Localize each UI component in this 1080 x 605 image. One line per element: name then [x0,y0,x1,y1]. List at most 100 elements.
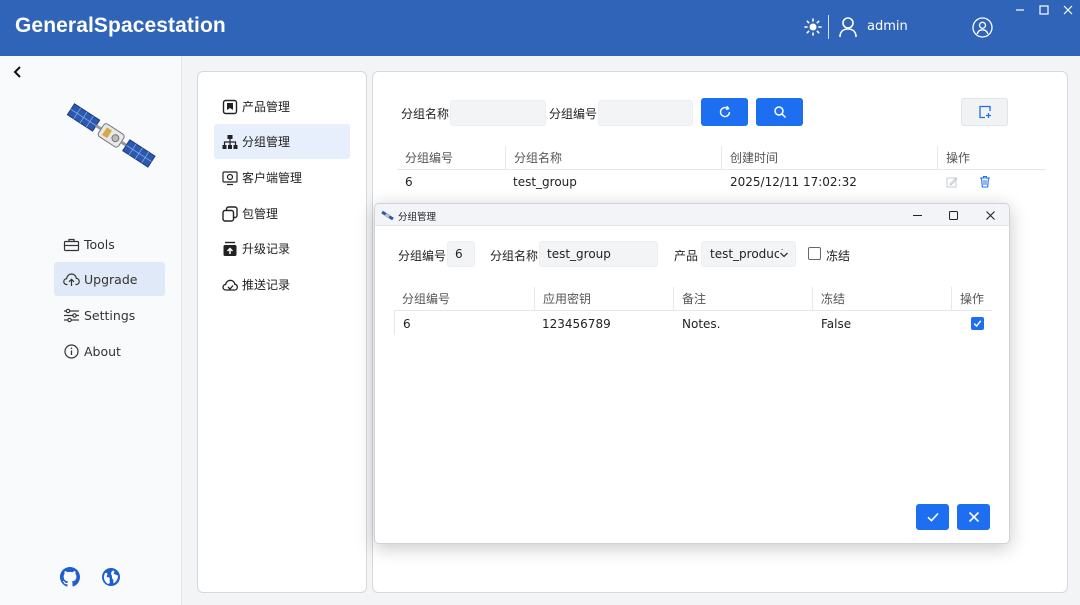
package-icon [222,205,238,222]
submenu-item-label: 推送记录 [242,278,291,292]
freeze-checkbox[interactable] [808,247,821,260]
cell-name: test_group [513,175,577,189]
dialog-group-id-input[interactable] [447,241,475,267]
close-icon[interactable] [1061,3,1075,17]
chevron-left-icon[interactable] [11,65,25,79]
sidebar-item-settings[interactable]: Settings [54,298,165,332]
freeze-label: 冻结 [826,249,851,263]
group-tree-icon [222,134,238,149]
maximize-icon[interactable] [948,210,959,221]
username[interactable]: admin [867,19,908,34]
col-header: 分组名称 [505,146,721,170]
group-name-input[interactable] [450,100,546,126]
dialog-table-header: 分组编号 应用密钥 备注 冻结 操作 [394,287,992,311]
push-cloud-icon [222,279,238,291]
user-icon [839,17,857,38]
search-icon [773,106,786,119]
submenu-item-client[interactable]: 客户端管理 [214,160,350,195]
delete-icon[interactable] [979,175,991,188]
col-header: 操作 [937,146,1045,170]
sidebar-item-label: Upgrade [84,271,138,287]
refresh-icon [719,105,730,118]
col-header: 分组编号 [402,292,451,306]
dialog-title-bar[interactable]: 分组管理 [375,204,1009,226]
table-header: 分组编号 分组名称 创建时间 操作 [397,146,1045,170]
submenu-item-label: 包管理 [242,207,279,221]
submenu-item-label: 客户端管理 [242,171,303,185]
col-header: 冻结 [812,287,951,311]
avatar-icon[interactable] [972,17,993,38]
sidebar-item-label: Settings [84,307,136,323]
group-id-input[interactable] [598,100,693,126]
product-select-value: test_product [710,247,786,261]
dialog-title: 分组管理 [398,212,437,223]
group-dialog: 分组管理 分组编号 分组名称 产品 test_product 冻结 分组编号 应… [374,203,1010,544]
sidebar-item-label: About [84,343,121,359]
cell-created: 2025/12/11 17:02:32 [730,175,857,189]
col-header: 创建时间 [721,146,937,170]
product-box-icon [222,99,238,114]
cancel-button[interactable] [957,504,990,530]
upgrade-record-icon [223,241,237,256]
maximize-icon[interactable] [1037,3,1051,17]
cell-frozen: False [821,317,852,331]
add-file-icon [978,105,991,119]
cloud-upload-icon [63,272,80,286]
group-name-label: 分组名称 [401,107,450,121]
sliders-icon [64,308,79,322]
col-header: 备注 [673,287,812,311]
submenu-item-label: 分组管理 [242,135,291,149]
github-icon[interactable] [60,567,80,587]
minimize-icon[interactable] [912,210,923,221]
dialog-group-id-label: 分组编号 [398,249,447,263]
submenu-item-group[interactable]: 分组管理 [214,124,350,159]
submenu-item-upgrade-record[interactable]: 升级记录 [214,231,350,266]
sidebar-item-label: Tools [84,236,115,252]
sidebar-item-upgrade[interactable]: Upgrade [54,262,165,296]
check-icon [973,320,982,328]
sun-icon[interactable] [804,18,822,36]
client-icon [222,170,238,185]
cell-note: Notes. [682,317,721,331]
close-icon[interactable] [985,210,996,221]
cell-id: 6 [405,175,413,189]
satellite-logo [66,103,156,168]
dialog-group-name-input[interactable] [539,241,658,267]
dialog-group-name-label: 分组名称 [490,249,539,263]
submenu-item-package[interactable]: 包管理 [214,196,350,231]
submenu-panel: 产品管理 分组管理 客户端管理 包管理 升级记录 推送记录 [197,71,367,593]
dialog-product-label: 产品 [674,249,699,263]
add-group-button[interactable] [961,98,1008,126]
col-header: 操作 [951,287,992,311]
cell-app-key: 123456789 [542,317,611,331]
minimize-icon[interactable] [1013,3,1027,17]
row-select-checkbox[interactable] [971,317,984,330]
toolbox-icon [63,238,80,251]
group-id-label: 分组编号 [549,107,598,121]
info-icon [64,343,79,359]
close-icon [968,511,979,523]
col-header: 分组编号 [405,151,454,165]
product-select[interactable]: test_product [701,241,796,267]
submenu-item-label: 升级记录 [242,242,291,256]
chevron-down-icon [779,250,789,260]
search-button[interactable] [756,98,803,126]
edit-icon[interactable] [946,176,958,188]
row-divider [394,311,395,335]
satellite-icon [381,210,394,221]
app-header: GeneralSpacestation admin [0,0,1080,56]
refresh-button[interactable] [701,98,748,126]
cell-id: 6 [403,317,411,331]
globe-icon[interactable] [101,567,121,587]
sidebar-item-about[interactable]: About [54,334,165,368]
submenu-item-push-record[interactable]: 推送记录 [214,267,350,302]
col-header: 应用密钥 [534,287,673,311]
sidebar: Tools Upgrade Settings About [0,56,182,605]
submenu-item-label: 产品管理 [242,100,291,114]
sidebar-item-tools[interactable]: Tools [54,227,165,261]
confirm-button[interactable] [916,504,949,530]
submenu-item-product[interactable]: 产品管理 [214,89,350,124]
app-title: GeneralSpacestation [15,14,226,37]
check-icon [926,512,939,522]
header-divider [828,15,829,39]
